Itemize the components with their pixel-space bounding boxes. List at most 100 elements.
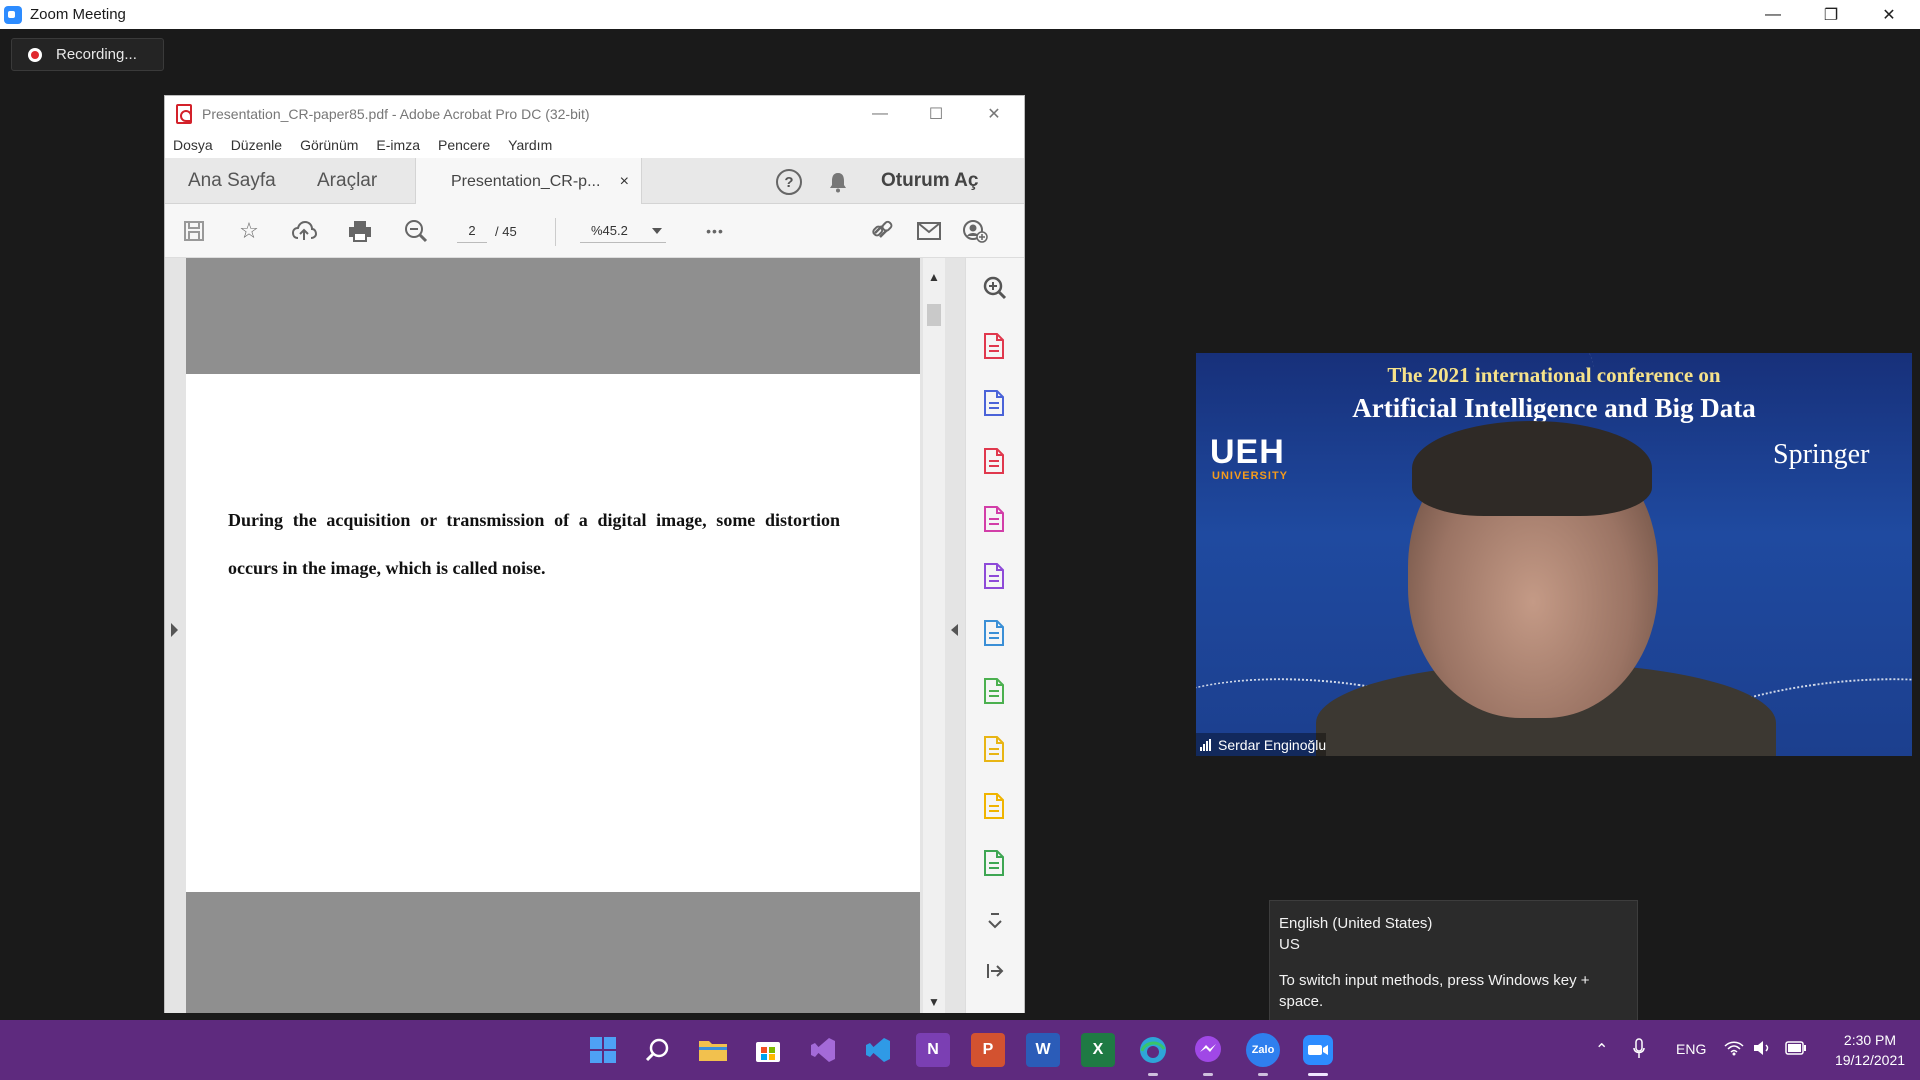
minimize-button[interactable]: — — [1744, 0, 1802, 29]
compress-pdf-icon[interactable] — [980, 734, 1010, 764]
menu-yardim[interactable]: Yardım — [508, 137, 552, 153]
tools-pane — [965, 258, 1024, 1013]
volume-icon[interactable] — [1753, 1040, 1771, 1061]
zoom-titlebar: Zoom Meeting — ❐ ✕ — [0, 0, 1920, 29]
fill-sign-icon[interactable] — [980, 561, 1010, 591]
visual-studio-icon[interactable] — [806, 1033, 840, 1067]
zalo-running-indicator — [1258, 1073, 1268, 1076]
more-tools-icon[interactable] — [980, 906, 1010, 936]
edge-icon[interactable] — [1136, 1033, 1170, 1067]
email-icon[interactable] — [914, 217, 944, 245]
tab-home[interactable]: Ana Sayfa — [188, 158, 276, 204]
participant-name: Serdar Enginoğlu — [1218, 736, 1327, 753]
zoom-level-select[interactable]: %45.2 — [580, 219, 666, 243]
participant-video[interactable]: The 2021 international conference on Art… — [1196, 353, 1912, 756]
acrobat-maximize-button[interactable]: ☐ — [908, 96, 964, 132]
notification-bell-icon[interactable] — [825, 169, 851, 195]
close-button[interactable]: ✕ — [1860, 0, 1918, 29]
zoom-window-title: Zoom Meeting — [30, 6, 126, 23]
add-user-icon[interactable] — [960, 217, 990, 245]
tab-close-icon[interactable]: × — [620, 173, 629, 191]
comment-icon[interactable] — [980, 791, 1010, 821]
tooltip-language: English (United States) — [1279, 915, 1433, 932]
collapse-right-panel-icon[interactable] — [951, 624, 958, 636]
input-language-indicator[interactable]: ENG — [1676, 1041, 1706, 1057]
vertical-scrollbar[interactable]: ▲ ▼ — [923, 258, 945, 1013]
share-link-icon[interactable] — [869, 217, 899, 245]
help-icon[interactable]: ? — [776, 169, 802, 195]
combine-files-icon[interactable] — [980, 676, 1010, 706]
tooltip-hint: To switch input methods, press Windows k… — [1279, 972, 1590, 1010]
acrobat-close-button[interactable]: ✕ — [966, 96, 1022, 132]
menu-e-imza[interactable]: E-imza — [376, 137, 420, 153]
springer-logo: Springer — [1773, 439, 1870, 470]
menu-gorunum[interactable]: Görünüm — [300, 137, 358, 153]
scroll-down-icon[interactable]: ▼ — [928, 995, 940, 1009]
ueh-logo: UEH — [1210, 433, 1285, 471]
recording-indicator[interactable]: Recording... — [11, 38, 164, 71]
microphone-icon[interactable] — [1632, 1038, 1646, 1065]
scan-ocr-icon[interactable] — [980, 848, 1010, 878]
chevron-up-icon[interactable]: ⌃ — [1595, 1040, 1608, 1060]
vs-code-icon[interactable] — [861, 1033, 895, 1067]
more-options-icon[interactable]: ••• — [700, 217, 730, 245]
powerpoint-icon[interactable]: P — [971, 1033, 1005, 1067]
onenote-icon[interactable]: N — [916, 1033, 950, 1067]
tab-document[interactable]: Presentation_CR-p... × — [415, 158, 642, 205]
tab-document-label: Presentation_CR-p... — [451, 172, 601, 190]
edit-pdf-icon[interactable] — [980, 504, 1010, 534]
store-icon[interactable] — [751, 1033, 785, 1067]
menu-dosya[interactable]: Dosya — [173, 137, 213, 153]
page-total: / 45 — [495, 223, 517, 239]
word-icon[interactable]: W — [1026, 1033, 1060, 1067]
zoom-icon[interactable] — [1301, 1033, 1335, 1067]
scrollbar-thumb[interactable] — [927, 304, 941, 326]
page-number-input[interactable]: 2 — [457, 219, 487, 243]
send-for-signature-icon[interactable] — [980, 618, 1010, 648]
acrobat-window-title: Presentation_CR-paper85.pdf - Adobe Acro… — [202, 106, 590, 122]
document-viewer[interactable]: During the acquisition or transmission o… — [165, 258, 965, 1013]
zoom-active-indicator — [1308, 1073, 1328, 1076]
clock[interactable]: 2:30 PM 19/12/2021 — [1820, 1030, 1920, 1070]
edge-running-indicator — [1148, 1073, 1158, 1076]
participant-hair — [1412, 421, 1652, 516]
acrobat-menubar: Dosya Düzenle Görünüm E-imza Pencere Yar… — [165, 132, 1024, 158]
restore-button[interactable]: ❐ — [1802, 0, 1860, 29]
pdf-page[interactable] — [186, 374, 920, 892]
menu-duzenle[interactable]: Düzenle — [231, 137, 282, 153]
zoom-out-icon[interactable] — [401, 217, 431, 245]
search-icon[interactable] — [641, 1033, 675, 1067]
input-language-tooltip: English (United States) US To switch inp… — [1269, 900, 1638, 1026]
print-icon[interactable] — [345, 217, 375, 245]
scroll-up-icon[interactable]: ▲ — [928, 270, 940, 284]
create-pdf-icon[interactable] — [980, 331, 1010, 361]
sign-in-button[interactable]: Oturum Aç — [881, 158, 978, 204]
conference-banner-line2: Artificial Intelligence and Big Data — [1352, 393, 1756, 423]
acrobat-tabbar: Ana Sayfa Araçlar Presentation_CR-p... ×… — [165, 158, 1024, 205]
menu-pencere[interactable]: Pencere — [438, 137, 490, 153]
organize-pages-icon[interactable] — [980, 446, 1010, 476]
tab-tools[interactable]: Araçlar — [317, 158, 377, 204]
search-zoom-icon[interactable] — [980, 273, 1010, 303]
record-icon — [28, 47, 42, 62]
participant-name-plate: Serdar Enginoğlu — [1196, 733, 1327, 756]
excel-icon[interactable]: X — [1081, 1033, 1115, 1067]
star-bookmark-icon[interactable]: ☆ — [234, 217, 264, 245]
expand-left-panel-icon[interactable] — [171, 623, 178, 637]
signal-strength-icon — [1200, 738, 1212, 751]
acrobat-minimize-button[interactable]: — — [852, 96, 908, 132]
wifi-icon[interactable] — [1724, 1040, 1744, 1061]
start-icon[interactable] — [586, 1033, 620, 1067]
zalo-icon[interactable]: Zalo — [1246, 1033, 1280, 1067]
collapse-panel-icon[interactable] — [980, 956, 1010, 986]
export-pdf-icon[interactable] — [980, 388, 1010, 418]
conference-banner-line1: The 2021 international conference on — [1387, 363, 1721, 387]
file-explorer-icon[interactable] — [696, 1033, 730, 1067]
battery-icon[interactable] — [1785, 1041, 1807, 1060]
messenger-icon[interactable] — [1191, 1033, 1225, 1067]
upload-cloud-icon[interactable] — [289, 217, 319, 245]
zoom-app-icon — [4, 5, 22, 24]
ueh-logo-subtitle: UNIVERSITY — [1212, 470, 1289, 482]
save-icon[interactable] — [179, 217, 209, 245]
page-gap-top — [186, 258, 920, 374]
